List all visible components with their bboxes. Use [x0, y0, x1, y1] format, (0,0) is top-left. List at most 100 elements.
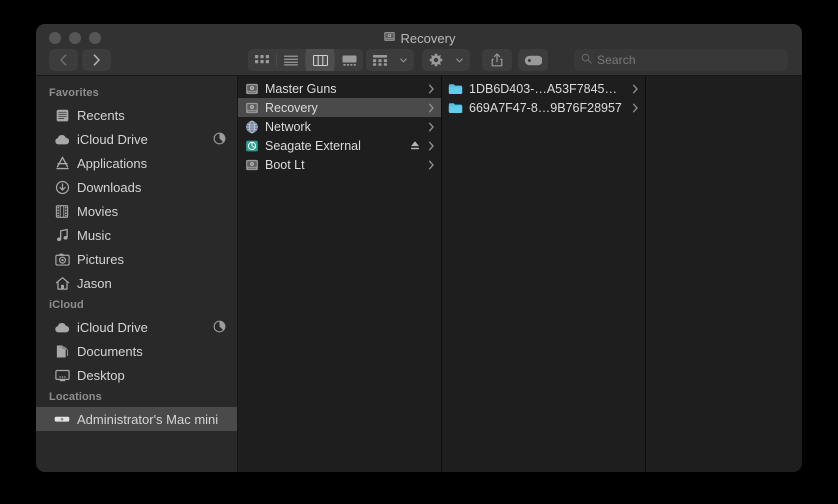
sidebar-item-label: Jason [77, 275, 112, 291]
home-icon [54, 275, 70, 291]
icon-view-button[interactable] [248, 49, 276, 71]
share-icon [482, 49, 512, 71]
chevron-right-icon [630, 103, 640, 113]
sidebar-item-label: Recents [77, 107, 125, 123]
action-menu-button[interactable] [422, 49, 470, 71]
chevron-down-icon [394, 49, 412, 71]
sidebar-item-label: Desktop [77, 367, 125, 383]
window-title-text: Recovery [400, 30, 456, 46]
browser-row-label: Recovery [265, 100, 318, 115]
sidebar-item-movies[interactable]: Movies [36, 199, 237, 223]
sync-progress-icon [213, 320, 227, 334]
tags-button[interactable] [518, 49, 548, 71]
sidebar-item-music[interactable]: Music [36, 223, 237, 247]
sync-progress-icon [213, 132, 227, 146]
browser-row[interactable]: 1DB6D403-…A53F7845E15 [442, 79, 645, 98]
sidebar-section-header: iCloud [49, 299, 84, 311]
browser-row-label: Seagate External [265, 138, 361, 153]
recents-icon [54, 107, 70, 123]
sidebar-item-icloud-drive[interactable]: iCloud Drive [36, 127, 237, 151]
folder-icon [448, 81, 463, 96]
hard-disk-icon [383, 30, 396, 46]
chevron-down-icon [450, 49, 468, 71]
window-title: Recovery [36, 29, 802, 47]
chevron-right-icon [426, 141, 436, 151]
forward-button[interactable] [82, 49, 111, 71]
gear-icon [422, 49, 450, 71]
browser-row[interactable]: 669A7F47-8…9B76F28957 [442, 98, 645, 117]
sidebar-item-label: Music [77, 227, 111, 243]
sidebar-section-header: Favorites [49, 87, 99, 99]
sidebar-item-applications[interactable]: Applications [36, 151, 237, 175]
column-view-button[interactable] [306, 49, 334, 71]
chevron-right-icon [426, 160, 436, 170]
sidebar-item-label: Movies [77, 203, 119, 219]
chevron-right-icon [426, 84, 436, 94]
traffic-lights [49, 32, 101, 44]
chevron-right-icon [426, 103, 436, 113]
applications-icon [54, 155, 70, 171]
sidebar-item-desktop[interactable]: Desktop [36, 363, 237, 387]
desktop-icon [54, 367, 70, 383]
search-input[interactable]: Search [597, 53, 636, 67]
network-icon [244, 119, 259, 134]
browser-row[interactable]: Boot Lt [238, 155, 441, 174]
minimize-button[interactable] [69, 32, 81, 44]
sidebar-item-label: iCloud Drive [77, 319, 148, 335]
sidebar[interactable]: Favorites Recents iCloud Drive Applications… [36, 76, 238, 472]
sidebar-item-label: Pictures [77, 251, 124, 267]
sidebar-item-icloud-drive[interactable]: iCloud Drive [36, 315, 237, 339]
sidebar-item-recents[interactable]: Recents [36, 103, 237, 127]
gallery-view-button[interactable] [335, 49, 363, 71]
sidebar-item-downloads[interactable]: Downloads [36, 175, 237, 199]
group-by-icon [366, 49, 394, 71]
browser-row-label: 669A7F47-8…9B76F28957 [469, 100, 622, 115]
finder-window: Recovery Search Favorites Recents iCloud… [36, 24, 802, 472]
zoom-button[interactable] [89, 32, 101, 44]
view-mode-group [248, 49, 363, 71]
browser-column-1[interactable]: Master Guns Recovery Network Seagate Extern… [238, 76, 442, 472]
hard-disk-icon [244, 157, 259, 172]
browser-row[interactable]: Network [238, 117, 441, 136]
documents-icon [54, 343, 70, 359]
group-by-button[interactable] [366, 49, 414, 71]
sidebar-item-label: Downloads [77, 179, 142, 195]
column-browser: Master Guns Recovery Network Seagate Extern… [238, 76, 802, 472]
browser-column-3[interactable] [646, 76, 802, 472]
chevron-right-icon [426, 122, 436, 132]
window-body: Favorites Recents iCloud Drive Applications… [36, 76, 802, 472]
eject-icon[interactable] [409, 140, 420, 151]
browser-row-label: Network [265, 119, 311, 134]
browser-column-2[interactable]: 1DB6D403-…A53F7845E15 669A7F47-8…9B76F289… [442, 76, 646, 472]
sidebar-item-administrator-s-mac-mini[interactable]: Administrator's Mac mini [36, 407, 237, 431]
sidebar-item-label: iCloud Drive [77, 131, 148, 147]
close-button[interactable] [49, 32, 61, 44]
browser-row-label: Boot Lt [265, 157, 305, 172]
list-view-button[interactable] [277, 49, 305, 71]
folder-icon [448, 100, 463, 115]
sidebar-item-pictures[interactable]: Pictures [36, 247, 237, 271]
ext-drive-icon [244, 138, 259, 153]
hard-disk-icon [244, 81, 259, 96]
music-icon [54, 227, 70, 243]
share-button[interactable] [482, 49, 512, 71]
sidebar-item-label: Applications [77, 155, 148, 171]
back-button[interactable] [49, 49, 78, 71]
pictures-icon [54, 251, 70, 267]
downloads-icon [54, 179, 70, 195]
sidebar-item-jason[interactable]: Jason [36, 271, 237, 295]
browser-row[interactable]: Seagate External [238, 136, 441, 155]
navigation-buttons [49, 49, 111, 71]
browser-row[interactable]: Master Guns [238, 79, 441, 98]
sidebar-item-documents[interactable]: Documents [36, 339, 237, 363]
chevron-right-icon [630, 84, 640, 94]
browser-row-label: 1DB6D403-…A53F7845E15 [469, 81, 624, 96]
browser-row[interactable]: Recovery [238, 98, 441, 117]
search-icon [581, 51, 592, 69]
tag-icon [518, 49, 548, 71]
window-titlebar: Recovery Search [36, 24, 802, 76]
search-field[interactable]: Search [574, 49, 788, 71]
browser-row-label: Master Guns [265, 81, 337, 96]
sidebar-item-label: Administrator's Mac mini [77, 411, 219, 427]
sidebar-section-header: Locations [49, 391, 102, 403]
